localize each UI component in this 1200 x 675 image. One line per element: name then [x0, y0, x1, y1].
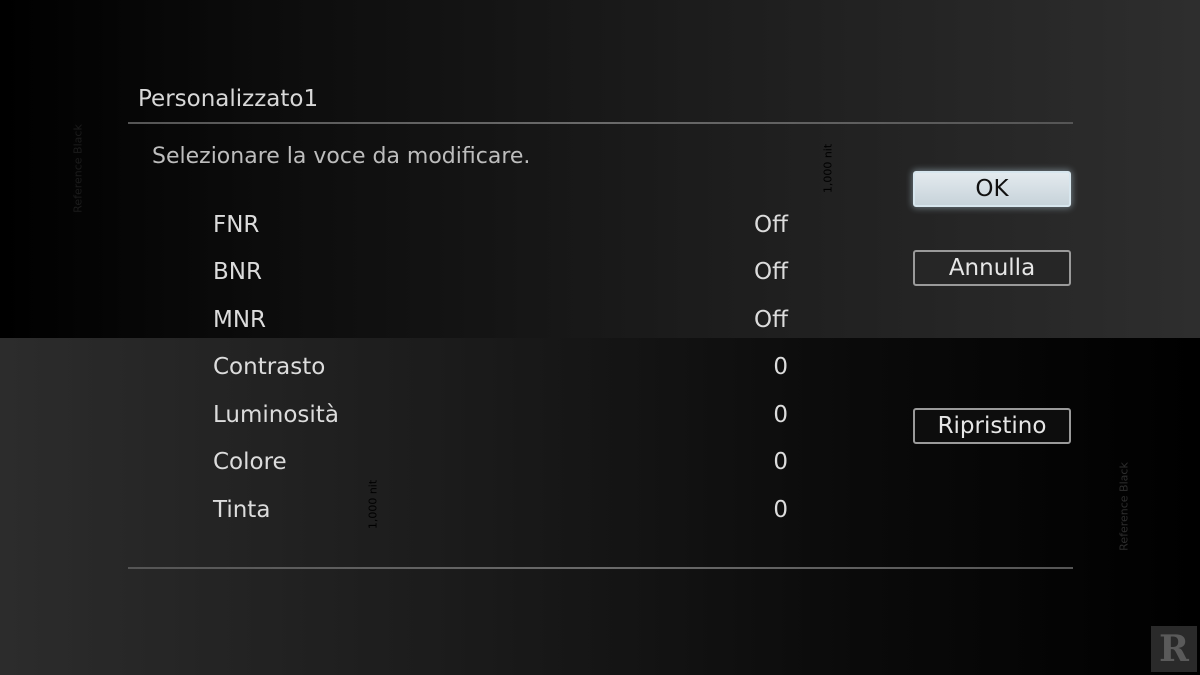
setting-row-mnr[interactable]: MNR Off: [200, 301, 800, 341]
r-logo-icon: R: [1151, 626, 1197, 672]
setting-label: Colore: [213, 449, 287, 475]
setting-row-bnr[interactable]: BNR Off: [200, 253, 800, 293]
setting-label: FNR: [213, 212, 260, 238]
reference-black-watermark-left: Reference Black: [71, 124, 85, 213]
reset-button[interactable]: Ripristino: [913, 408, 1071, 444]
setting-value: 0: [773, 497, 788, 523]
cancel-button[interactable]: Annulla: [913, 250, 1071, 286]
setting-row-fnr[interactable]: FNR Off: [200, 206, 800, 246]
setting-value: 0: [773, 449, 788, 475]
setting-label: Tinta: [213, 497, 271, 523]
divider-bottom: [128, 567, 1073, 569]
setting-value: 0: [773, 354, 788, 380]
setting-label: BNR: [213, 259, 262, 285]
setting-label: Contrasto: [213, 354, 326, 380]
setting-row-luminosita[interactable]: Luminosità 0: [200, 396, 800, 436]
dialog-title: Personalizzato1: [138, 86, 319, 112]
setting-label: MNR: [213, 307, 267, 333]
setting-row-colore[interactable]: Colore 0: [200, 443, 800, 483]
setting-value: 0: [773, 402, 788, 428]
nit-watermark-top: 1,000 nit: [821, 143, 835, 194]
divider-top: [128, 122, 1073, 124]
setting-value: Off: [754, 307, 788, 333]
ok-button[interactable]: OK: [913, 171, 1071, 207]
setting-value: Off: [754, 259, 788, 285]
setting-row-contrasto[interactable]: Contrasto 0: [200, 348, 800, 388]
setting-label: Luminosità: [213, 402, 339, 428]
setting-row-tinta[interactable]: Tinta 0: [200, 491, 800, 531]
setting-value: Off: [754, 212, 788, 238]
reference-black-watermark-right: Reference Black: [1117, 462, 1131, 551]
instruction-text: Selezionare la voce da modificare.: [152, 144, 531, 169]
